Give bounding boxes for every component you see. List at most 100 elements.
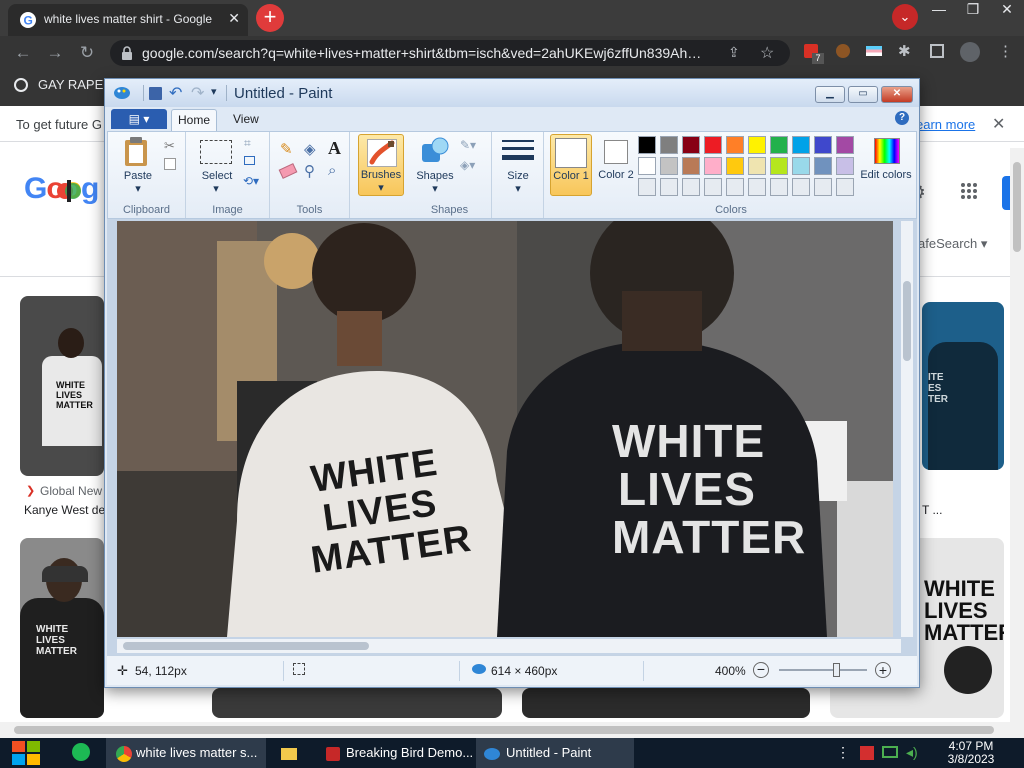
color-swatch[interactable] (638, 136, 656, 154)
paint-minimize-button[interactable]: ▁ (815, 86, 845, 103)
custom-color-slot[interactable] (748, 178, 766, 196)
page-scrollbar[interactable] (1010, 148, 1024, 738)
custom-color-slot[interactable] (682, 178, 700, 196)
canvas-vscrollbar[interactable] (901, 221, 913, 637)
file-menu-button[interactable]: ▤ ▾ (111, 109, 167, 129)
color-swatch[interactable] (704, 157, 722, 175)
flag-extension-icon[interactable] (866, 46, 882, 56)
sign-in-button[interactable] (1002, 176, 1010, 210)
bookmark-star-icon[interactable]: ☆ (760, 43, 774, 63)
color-swatch[interactable] (638, 157, 656, 175)
color-swatch[interactable] (704, 136, 722, 154)
apps-grid-icon[interactable] (960, 182, 978, 200)
canvas-image[interactable]: WHITE LIVES MATTER WHITE LIVES MATTER (117, 221, 893, 637)
taskbar-app-icon[interactable] (72, 743, 90, 761)
address-bar[interactable]: google.com/search?q=white+lives+matter+s… (110, 40, 790, 66)
paste-button[interactable] (122, 136, 154, 170)
volume-icon[interactable]: ◂) (906, 744, 918, 761)
tray-overflow-icon[interactable]: ⋮ (836, 744, 850, 761)
custom-color-slot[interactable] (792, 178, 810, 196)
taskbar-paint[interactable]: Untitled - Paint (476, 738, 634, 768)
eraser-icon[interactable] (278, 163, 298, 179)
fill-bucket-icon[interactable]: ◈ (304, 140, 316, 158)
result-caption[interactable]: T ... (922, 503, 942, 517)
side-panel-icon[interactable] (930, 44, 944, 58)
paint-maximize-button[interactable]: ▭ (848, 86, 878, 103)
tab-home[interactable]: Home (171, 109, 217, 131)
color-swatch[interactable] (660, 136, 678, 154)
save-icon[interactable] (149, 87, 162, 100)
crop-icon[interactable]: ⌗ (244, 136, 251, 151)
color-swatch[interactable] (792, 157, 810, 175)
taskbar-file-explorer[interactable] (270, 738, 308, 768)
redo-icon[interactable]: ↷ (191, 83, 204, 103)
copy-icon[interactable] (164, 158, 176, 170)
extensions-puzzle-icon[interactable]: ✱ (898, 42, 911, 60)
network-icon[interactable] (882, 746, 898, 758)
fill-icon[interactable]: ◈▾ (460, 158, 475, 172)
custom-color-slot[interactable] (704, 178, 722, 196)
color-swatch[interactable] (792, 136, 810, 154)
minimize-icon[interactable]: — (922, 0, 956, 20)
taskbar-chrome[interactable]: white lives matter s... (106, 738, 266, 768)
paint-titlebar[interactable]: ↶ ↷ ▾ Untitled - Paint ▁ ▭ ✕ (105, 79, 919, 107)
paint-app-icon[interactable] (113, 86, 131, 100)
cut-icon[interactable]: ✂ (164, 138, 175, 154)
select-dropdown-icon[interactable]: ▾ (208, 182, 224, 195)
help-icon[interactable]: ? (895, 111, 909, 125)
result-thumbnail[interactable] (522, 688, 810, 718)
color-swatch[interactable] (836, 136, 854, 154)
custom-color-slot[interactable] (660, 178, 678, 196)
color-swatch[interactable] (660, 157, 678, 175)
result-caption[interactable]: Kanye West de (24, 503, 105, 517)
custom-color-slot[interactable] (638, 178, 656, 196)
color-swatch[interactable] (726, 136, 744, 154)
shapes-icon[interactable] (420, 136, 450, 166)
size-dropdown-icon[interactable]: ▾ (510, 182, 526, 195)
select-icon[interactable] (200, 140, 232, 164)
bookmark-item[interactable]: GAY RAPE (38, 77, 103, 92)
back-icon[interactable]: ← (12, 42, 34, 64)
magnifier-icon[interactable]: ⌕ (328, 162, 336, 179)
color2-button[interactable]: Color 2 (596, 134, 636, 196)
custom-color-slot[interactable] (726, 178, 744, 196)
taskbar-demo[interactable]: Breaking Bird Demo... (316, 738, 474, 768)
restore-icon[interactable]: ❐ (956, 0, 990, 20)
tab-search-button[interactable]: ⌄ (892, 4, 918, 30)
zoom-out-button[interactable]: − (753, 662, 769, 678)
result-thumbnail[interactable]: ITE ES TER (922, 302, 1004, 470)
profile-extension-icon[interactable] (836, 44, 850, 58)
paste-dropdown-icon[interactable]: ▾ (130, 182, 146, 195)
qat-dropdown-icon[interactable]: ▾ (211, 85, 217, 98)
new-tab-button[interactable]: + (256, 4, 284, 32)
tab-close-icon[interactable]: ✕ (228, 10, 240, 27)
brushes-button[interactable]: Brushes ▾ (358, 134, 404, 196)
color-swatch[interactable] (748, 157, 766, 175)
custom-color-slot[interactable] (836, 178, 854, 196)
result-thumbnail[interactable] (212, 688, 502, 718)
color1-button[interactable]: Color 1 (550, 134, 592, 196)
profile-avatar[interactable] (960, 42, 980, 62)
tab-view[interactable]: View (233, 112, 259, 126)
size-icon[interactable] (502, 138, 534, 166)
edit-colors-button[interactable]: Edit colors (858, 134, 914, 196)
canvas-hscrollbar[interactable] (117, 639, 901, 653)
horizontal-scrollbar[interactable] (0, 722, 1010, 738)
taskbar-clock[interactable]: 4:07 PM 3/8/2023 (936, 740, 1006, 766)
color-swatch[interactable] (814, 157, 832, 175)
share-icon[interactable]: ⇪ (728, 44, 740, 61)
text-tool-icon[interactable]: A (328, 138, 341, 159)
zoom-slider[interactable] (779, 663, 867, 677)
color-swatch[interactable] (770, 136, 788, 154)
close-window-icon[interactable]: ✕ (990, 0, 1024, 20)
resize-icon[interactable] (244, 156, 255, 165)
action-center-flag-icon[interactable] (860, 746, 874, 760)
zoom-in-button[interactable]: + (875, 662, 891, 678)
color-picker-icon[interactable]: ⚲ (304, 162, 315, 180)
browser-tab[interactable]: G white lives matter shirt - Google ✕ (8, 4, 248, 36)
rotate-icon[interactable]: ⟲▾ (243, 174, 259, 188)
custom-color-slot[interactable] (770, 178, 788, 196)
custom-color-slot[interactable] (814, 178, 832, 196)
color-swatch[interactable] (682, 136, 700, 154)
undo-icon[interactable]: ↶ (169, 83, 182, 103)
